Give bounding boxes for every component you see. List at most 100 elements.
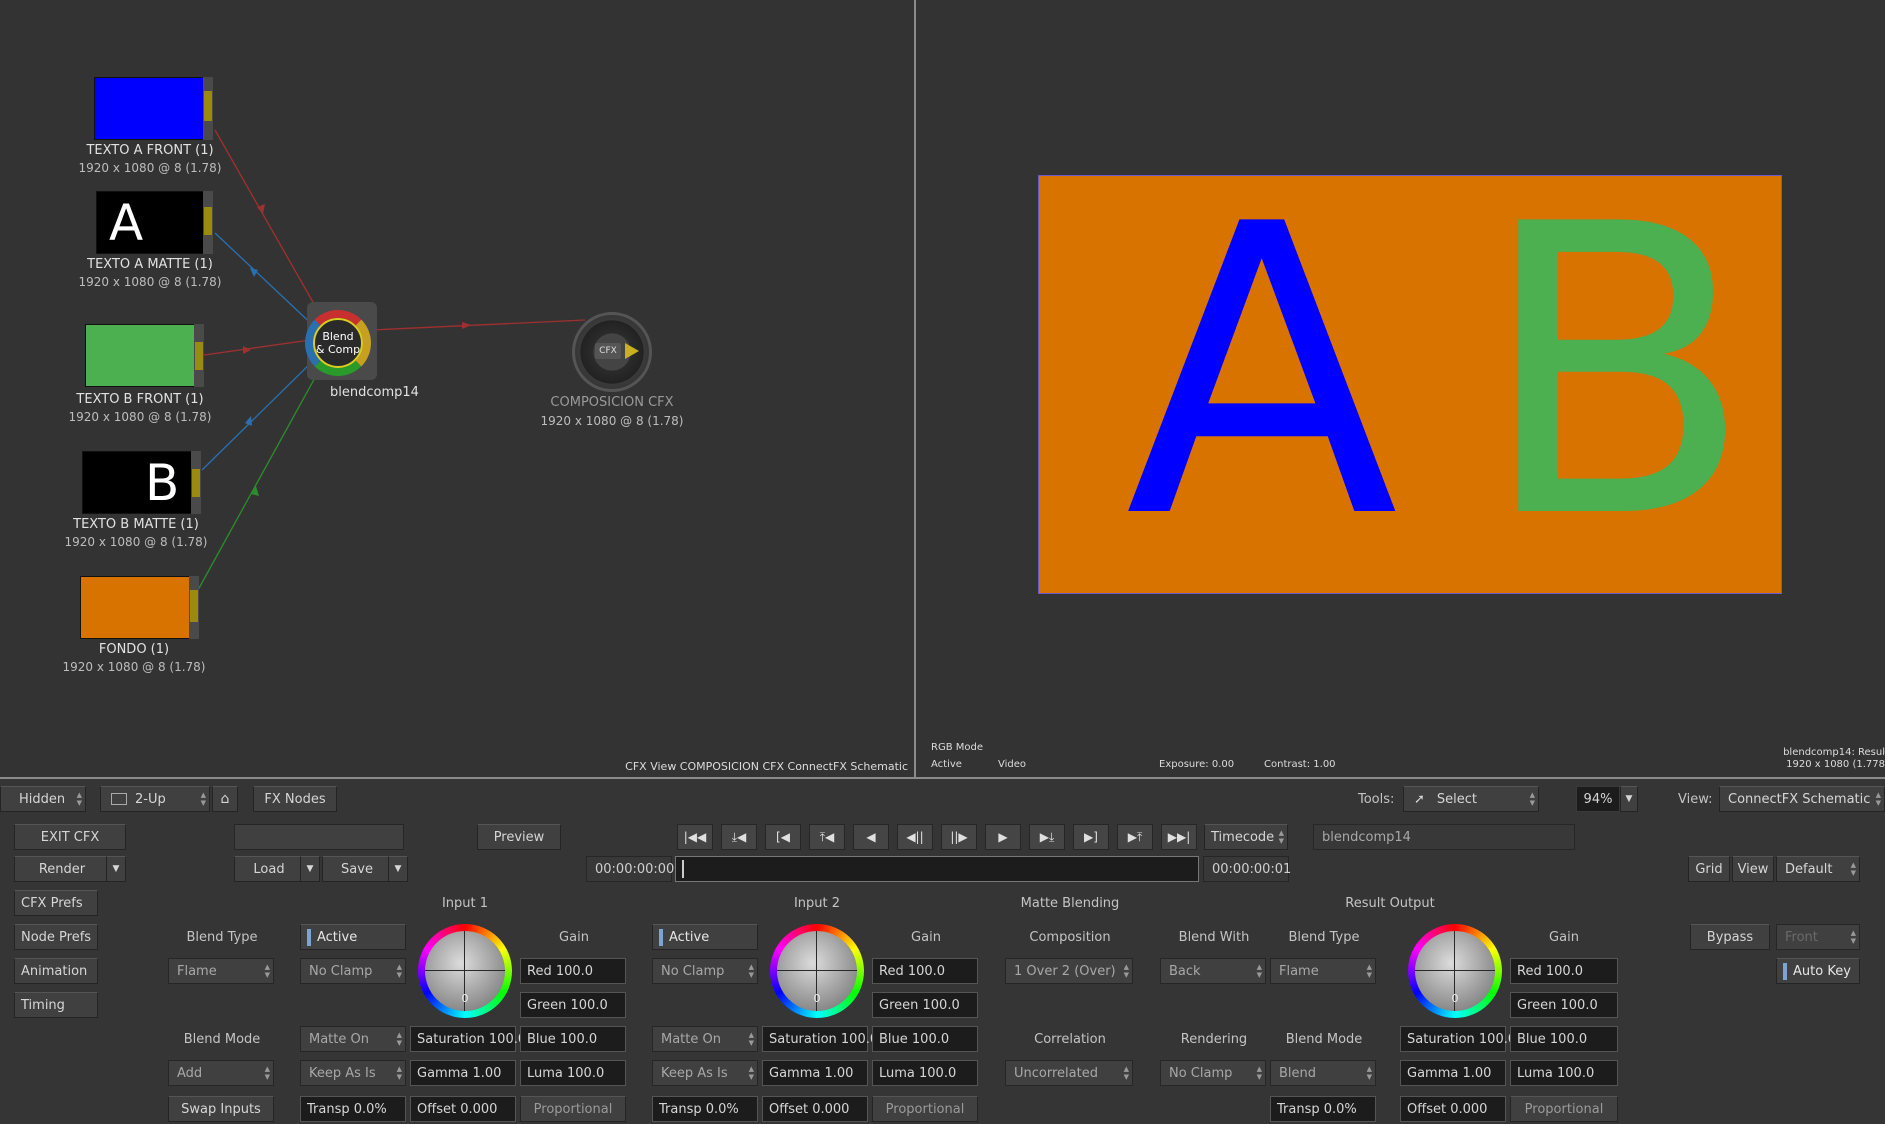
swap-inputs-button[interactable]: Swap Inputs (168, 1096, 274, 1122)
mark-in-button[interactable]: [◀ (765, 824, 801, 850)
blend-comp-node[interactable]: Blend & Comp (305, 302, 377, 380)
input2-red-field[interactable]: Red 100.0 (872, 958, 978, 984)
rendering-dropdown[interactable]: No Clamp ▲ ▼ (1160, 1060, 1266, 1086)
next-keyframe-button[interactable]: ▶⤓ (1029, 824, 1065, 850)
input2-luma-field[interactable]: Luma 100.0 (872, 1060, 978, 1086)
fx-nodes-button[interactable]: FX Nodes (253, 786, 337, 812)
node-output-tab[interactable] (194, 324, 204, 387)
mark-out-button[interactable]: ▶] (1073, 824, 1109, 850)
result-viewer[interactable]: A B RGB Mode Active Video Exposure: 0.00… (916, 0, 1885, 777)
home-button[interactable]: ⌂ (212, 786, 238, 812)
input2-proportional-toggle[interactable]: Proportional (872, 1096, 978, 1122)
input2-active-toggle[interactable]: Active (652, 924, 758, 950)
exit-cfx-button[interactable]: EXIT CFX (14, 824, 126, 850)
input1-keep-dropdown[interactable]: Keep As Is ▲ ▼ (300, 1060, 406, 1086)
step-forward-button[interactable]: ▶ (985, 824, 1021, 850)
input2-blue-field[interactable]: Blue 100.0 (872, 1026, 978, 1052)
input1-active-toggle[interactable]: Active (300, 924, 406, 950)
input1-offset-field[interactable]: Offset 0.000 (410, 1096, 516, 1122)
grid-button[interactable]: Grid (1688, 856, 1730, 882)
input1-luma-field[interactable]: Luma 100.0 (520, 1060, 626, 1086)
name-input[interactable] (234, 824, 404, 850)
node-thumb-texto-b-front[interactable] (85, 324, 195, 387)
input2-clamp-dropdown[interactable]: No Clamp ▲ ▼ (652, 958, 758, 984)
front-dropdown[interactable]: Front ▲ ▼ (1776, 924, 1860, 950)
result-red-field[interactable]: Red 100.0 (1510, 958, 1618, 984)
node-thumb-fondo[interactable] (80, 576, 190, 639)
timecode-dropdown[interactable]: Timecode ▲ ▼ (1204, 824, 1288, 850)
save-button[interactable]: Save (322, 856, 392, 882)
input1-blue-field[interactable]: Blue 100.0 (520, 1026, 626, 1052)
node-thumb-texto-b-matte[interactable]: B (82, 451, 192, 514)
output-node-composicion-cfx[interactable]: CFX (572, 312, 652, 392)
step-back-button[interactable]: ◀ (853, 824, 889, 850)
result-blend-type-dropdown[interactable]: Flame ▲ ▼ (1270, 958, 1376, 984)
time-end-field[interactable]: 00:00:00:01 (1203, 856, 1291, 882)
input2-keep-dropdown[interactable]: Keep As Is ▲ ▼ (652, 1060, 758, 1086)
result-green-field[interactable]: Green 100.0 (1510, 992, 1618, 1018)
load-dropdown[interactable]: ▼ (300, 856, 320, 882)
blend-with-dropdown[interactable]: Back ▲ ▼ (1160, 958, 1266, 984)
result-transp-field[interactable]: Transp 0.0% (1270, 1096, 1376, 1122)
go-to-start-button[interactable]: |◀◀ (677, 824, 713, 850)
blend-mode-dropdown[interactable]: Add ▲ ▼ (168, 1060, 274, 1086)
play-reverse-button[interactable]: ◀|| (897, 824, 933, 850)
result-blend-mode-dropdown[interactable]: Blend ▲ ▼ (1270, 1060, 1376, 1086)
result-offset-field[interactable]: Offset 0.000 (1400, 1096, 1506, 1122)
correlation-dropdown[interactable]: Uncorrelated ▲ ▼ (1005, 1060, 1133, 1086)
prev-keyframe-start-button[interactable]: ⤓◀ (721, 824, 757, 850)
input1-transp-field[interactable]: Transp 0.0% (300, 1096, 406, 1122)
tab-animation[interactable]: Animation (14, 958, 98, 984)
tools-dropdown[interactable]: ➚ Select ▲ ▼ (1403, 786, 1539, 812)
input1-clamp-dropdown[interactable]: No Clamp ▲ ▼ (300, 958, 406, 984)
input1-gamma-field[interactable]: Gamma 1.00 (410, 1060, 516, 1086)
result-proportional-toggle[interactable]: Proportional (1510, 1096, 1618, 1122)
play-forward-button[interactable]: ||▶ (941, 824, 977, 850)
tab-node-prefs[interactable]: Node Prefs (14, 924, 98, 950)
tab-timing[interactable]: Timing (14, 992, 98, 1018)
next-keyframe-end-button[interactable]: ▶⤒ (1117, 824, 1153, 850)
node-thumb-texto-a-matte[interactable]: A (96, 191, 204, 254)
input2-saturation-field[interactable]: Saturation 100.0 (762, 1026, 878, 1052)
node-output-tab[interactable] (203, 77, 213, 140)
input1-proportional-toggle[interactable]: Proportional (520, 1096, 626, 1122)
view-dropdown[interactable]: ConnectFX Schematic ▲ ▼ (1719, 786, 1885, 812)
input2-transp-field[interactable]: Transp 0.0% (652, 1096, 758, 1122)
input2-offset-field[interactable]: Offset 0.000 (762, 1096, 868, 1122)
save-dropdown[interactable]: ▼ (388, 856, 408, 882)
node-thumb-texto-a-front[interactable] (94, 77, 204, 140)
tab-cfx-prefs[interactable]: CFX Prefs (14, 890, 98, 916)
composition-dropdown[interactable]: 1 Over 2 (Over) ▲ ▼ (1005, 958, 1133, 984)
zoom-field[interactable]: 94% (1576, 786, 1620, 812)
connectfx-schematic[interactable]: TEXTO A FRONT (1) 1920 x 1080 @ 8 (1.78)… (0, 0, 914, 777)
result-gamma-field[interactable]: Gamma 1.00 (1400, 1060, 1506, 1086)
input2-gamma-field[interactable]: Gamma 1.00 (762, 1060, 868, 1086)
node-output-tab[interactable] (189, 576, 199, 639)
node-output-tab[interactable] (191, 451, 201, 514)
default-dropdown[interactable]: Default ▲ ▼ (1776, 856, 1860, 882)
input1-matte-dropdown[interactable]: Matte On ▲ ▼ (300, 1026, 406, 1052)
input1-saturation-field[interactable]: Saturation 100.0 (410, 1026, 526, 1052)
auto-key-toggle[interactable]: Auto Key (1776, 958, 1860, 984)
blend-type-dropdown[interactable]: Flame ▲ ▼ (168, 958, 274, 984)
result-saturation-field[interactable]: Saturation 100.0 (1400, 1026, 1516, 1052)
result-blue-field[interactable]: Blue 100.0 (1510, 1026, 1618, 1052)
go-to-end-button[interactable]: ▶▶| (1161, 824, 1197, 850)
layout-dropdown[interactable]: 2-Up ▲ ▼ (100, 786, 210, 812)
hidden-dropdown[interactable]: Hidden ▲ ▼ (0, 786, 86, 812)
prev-keyframe-button[interactable]: ⤒◀ (809, 824, 845, 850)
zoom-dropdown-button[interactable]: ▼ (1620, 786, 1638, 812)
node-name-field[interactable]: blendcomp14 (1313, 824, 1575, 850)
input2-green-field[interactable]: Green 100.0 (872, 992, 978, 1018)
bypass-toggle[interactable]: Bypass (1690, 924, 1770, 950)
node-output-tab[interactable] (203, 191, 213, 254)
input1-color-wheel[interactable]: 0 (418, 924, 512, 1018)
input1-red-field[interactable]: Red 100.0 (520, 958, 626, 984)
result-luma-field[interactable]: Luma 100.0 (1510, 1060, 1618, 1086)
input2-color-wheel[interactable]: 0 (770, 924, 864, 1018)
render-dropdown[interactable]: ▼ (106, 856, 126, 882)
time-start-field[interactable]: 00:00:00:00 (586, 856, 674, 882)
timeline-scrubber[interactable] (675, 856, 1199, 882)
result-color-wheel[interactable]: 0 (1408, 924, 1502, 1018)
input2-matte-dropdown[interactable]: Matte On ▲ ▼ (652, 1026, 758, 1052)
